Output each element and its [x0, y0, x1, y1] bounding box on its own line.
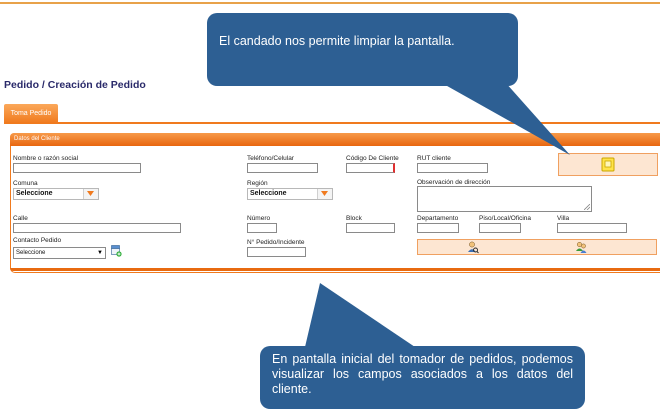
callout-1-pointer: [440, 82, 570, 155]
lock-callout-text: El candado nos permite limpiar la pantal…: [219, 34, 455, 48]
fields-callout: En pantalla inicial del tomador de pedid…: [260, 346, 585, 409]
fields-callout-text: En pantalla inicial del tomador de pedid…: [272, 352, 573, 396]
lock-callout: El candado nos permite limpiar la pantal…: [207, 13, 518, 86]
callout-2-pointer: [305, 283, 415, 347]
